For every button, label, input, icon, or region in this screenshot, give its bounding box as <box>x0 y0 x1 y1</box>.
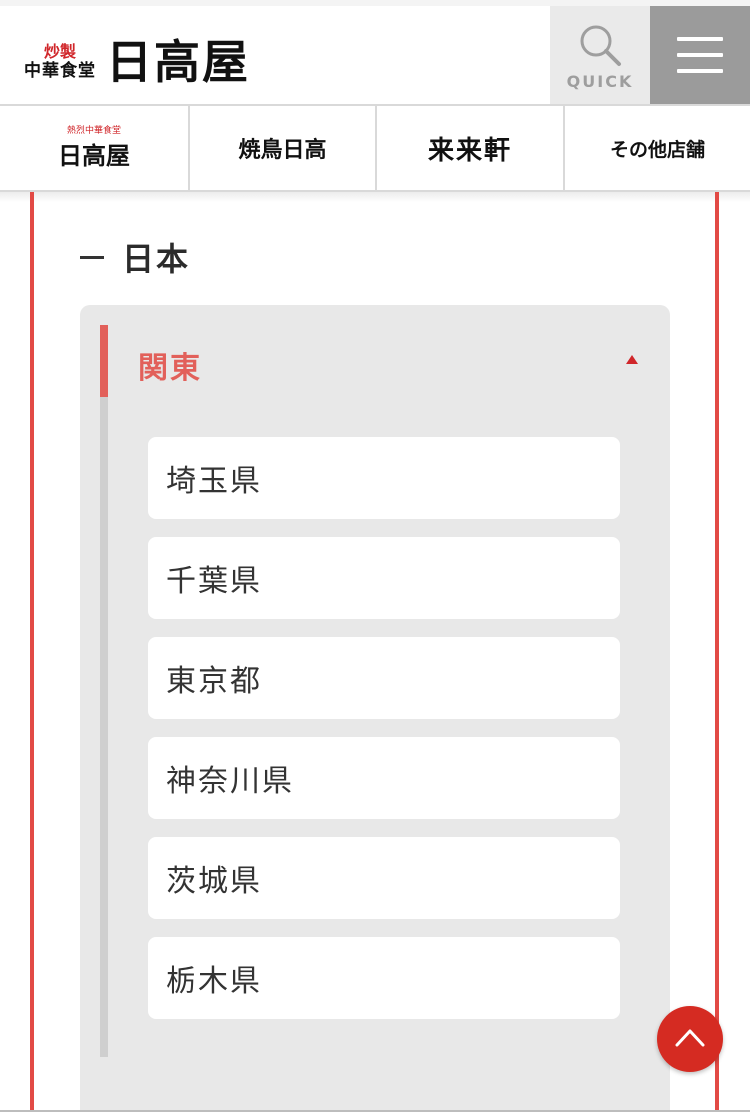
region-active-indicator <box>100 325 108 397</box>
prefecture-label: 埼玉県 <box>166 464 262 499</box>
prefecture-item[interactable]: 千葉県 <box>148 537 620 619</box>
logo-main-text: 日高屋 <box>106 35 250 89</box>
country-name: 日本 <box>122 240 191 278</box>
prefecture-item[interactable]: 神奈川県 <box>148 737 620 819</box>
prefecture-label: 東京都 <box>166 664 262 699</box>
logo-tagline: 炒製 中華食堂 <box>24 42 96 82</box>
brand-tab-rairaiken[interactable]: 来来軒 <box>377 106 565 190</box>
region-title[interactable]: 関東 <box>138 343 202 387</box>
prefecture-label: 千葉県 <box>166 564 262 599</box>
prefecture-item[interactable]: 茨城県 <box>148 837 620 919</box>
caret-up-icon[interactable] <box>626 355 638 364</box>
prefecture-item[interactable]: 東京都 <box>148 637 620 719</box>
country-heading[interactable]: 日本 <box>80 235 190 279</box>
prefecture-item[interactable]: 栃木県 <box>148 937 620 1019</box>
brand-tab-yakitori-hidaka[interactable]: 焼鳥日高 <box>190 106 377 190</box>
prefecture-label: 茨城県 <box>166 864 262 899</box>
brand-tab-other-label: その他店舗 <box>609 138 705 161</box>
site-logo[interactable]: 炒製 中華食堂 日高屋 <box>24 32 250 92</box>
brand-tab-rairaiken-label: 来来軒 <box>427 135 512 166</box>
brand-tab-hidakaya-label: 日高屋 <box>58 140 130 170</box>
brand-nav: 熱烈中華食堂 日高屋 焼鳥日高 来来軒 その他店舗 <box>0 106 750 192</box>
search-icon <box>580 25 621 66</box>
content-frame-left <box>30 192 34 1112</box>
brand-tab-yakitori-label: 焼鳥日高 <box>238 137 327 163</box>
brand-tab-hidakaya-tag: 熱烈中華食堂 <box>66 125 121 136</box>
prefecture-label: 栃木県 <box>166 964 262 999</box>
quick-search-button[interactable]: QUICK <box>550 6 650 104</box>
back-to-top-button[interactable] <box>657 1006 723 1072</box>
hamburger-menu-button[interactable] <box>650 6 750 104</box>
site-header: 炒製 中華食堂 日高屋 QUICK <box>0 6 750 106</box>
prefecture-item[interactable]: 埼玉県 <box>148 437 620 519</box>
logo-tag-top: 炒製 <box>43 42 76 61</box>
chevron-up-icon <box>675 1029 705 1047</box>
region-scroll-track <box>100 325 108 1057</box>
nav-shadow <box>0 192 750 202</box>
prefecture-label: 神奈川県 <box>166 764 294 799</box>
brand-tab-other-stores[interactable]: その他店舗 <box>565 106 750 190</box>
region-panel: 関東 埼玉県 千葉県 東京都 神奈川県 茨城県 栃木県 <box>80 305 670 1112</box>
collapse-dash-icon <box>80 255 104 259</box>
quick-label: QUICK <box>566 72 634 91</box>
brand-tab-hidakaya[interactable]: 熱烈中華食堂 日高屋 <box>0 106 190 190</box>
logo-tag-bottom: 中華食堂 <box>24 61 96 81</box>
content-frame-right <box>715 192 719 1112</box>
